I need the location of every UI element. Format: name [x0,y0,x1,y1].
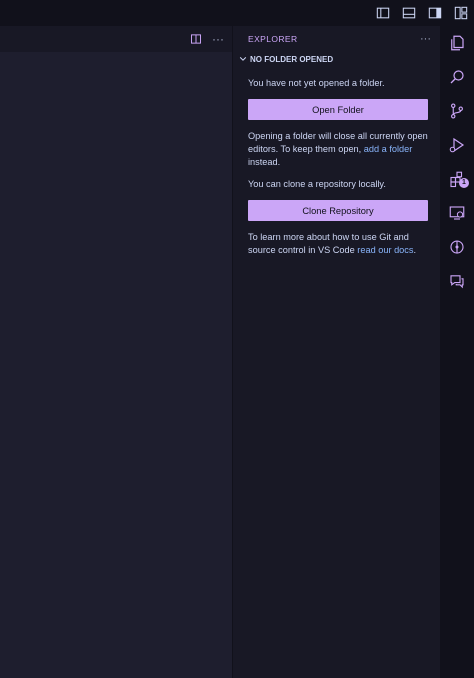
activity-timeline[interactable] [440,230,474,264]
chat-icon [450,275,464,289]
timeline-icon [450,240,464,254]
toggle-primary-sidebar-button[interactable] [370,0,396,26]
explorer-sidebar: EXPLORER ··· NO FOLDER OPENED You have n… [232,26,441,678]
open-folder-hint: Opening a folder will close all currentl… [248,130,428,169]
open-folder-button[interactable]: Open Folder [248,99,428,120]
hint-text-suffix: instead. [248,157,281,167]
activity-source-control[interactable] [440,94,474,128]
activity-bar: 1 [440,26,474,678]
activity-extensions[interactable]: 1 [440,162,474,196]
split-editor-button[interactable] [188,31,204,47]
activity-chat[interactable] [440,264,474,298]
search-icon [450,70,464,84]
explorer-icon [451,35,464,51]
sidebar-more-actions-button[interactable]: ··· [420,33,431,45]
editor-tab-bar: ··· [0,26,232,52]
run-debug-icon [449,137,465,153]
sidebar-left-icon [376,7,390,19]
panel-bottom-icon [402,7,416,19]
remote-explorer-icon [449,206,465,220]
title-bar [0,0,474,26]
layout-icon [454,6,468,20]
editor-area: ··· [0,26,232,678]
activity-run-debug[interactable] [440,128,474,162]
split-editor-icon [191,34,201,44]
layout-controls [370,0,474,26]
add-folder-link[interactable]: add a folder [364,144,413,154]
sidebar-right-icon [428,7,442,19]
extensions-badge: 1 [459,178,469,188]
toggle-panel-button[interactable] [396,0,422,26]
section-title: NO FOLDER OPENED [250,54,334,64]
source-control-icon [451,103,463,119]
no-folder-section-header[interactable]: NO FOLDER OPENED [233,52,441,66]
welcome-view: You have not yet opened a folder. Open F… [233,77,441,257]
chevron-down-icon [237,54,248,65]
activity-explorer[interactable] [440,26,474,60]
toggle-secondary-sidebar-button[interactable] [422,0,448,26]
sidebar-header: EXPLORER ··· [233,26,441,52]
docs-text-suffix: . [413,245,417,255]
customize-layout-button[interactable] [448,0,474,26]
editor-more-actions-button[interactable]: ··· [210,31,226,47]
activity-remote-explorer[interactable] [440,196,474,230]
editor-actions: ··· [188,26,226,52]
clone-message: You can clone a repository locally. [248,179,386,189]
read-docs-link[interactable]: read our docs [357,245,413,255]
clone-repository-button[interactable]: Clone Repository [248,200,428,221]
git-docs-hint: To learn more about how to use Git and s… [248,231,428,257]
no-folder-message: You have not yet opened a folder. [248,78,385,88]
activity-search[interactable] [440,60,474,94]
sidebar-title: EXPLORER [248,34,298,44]
